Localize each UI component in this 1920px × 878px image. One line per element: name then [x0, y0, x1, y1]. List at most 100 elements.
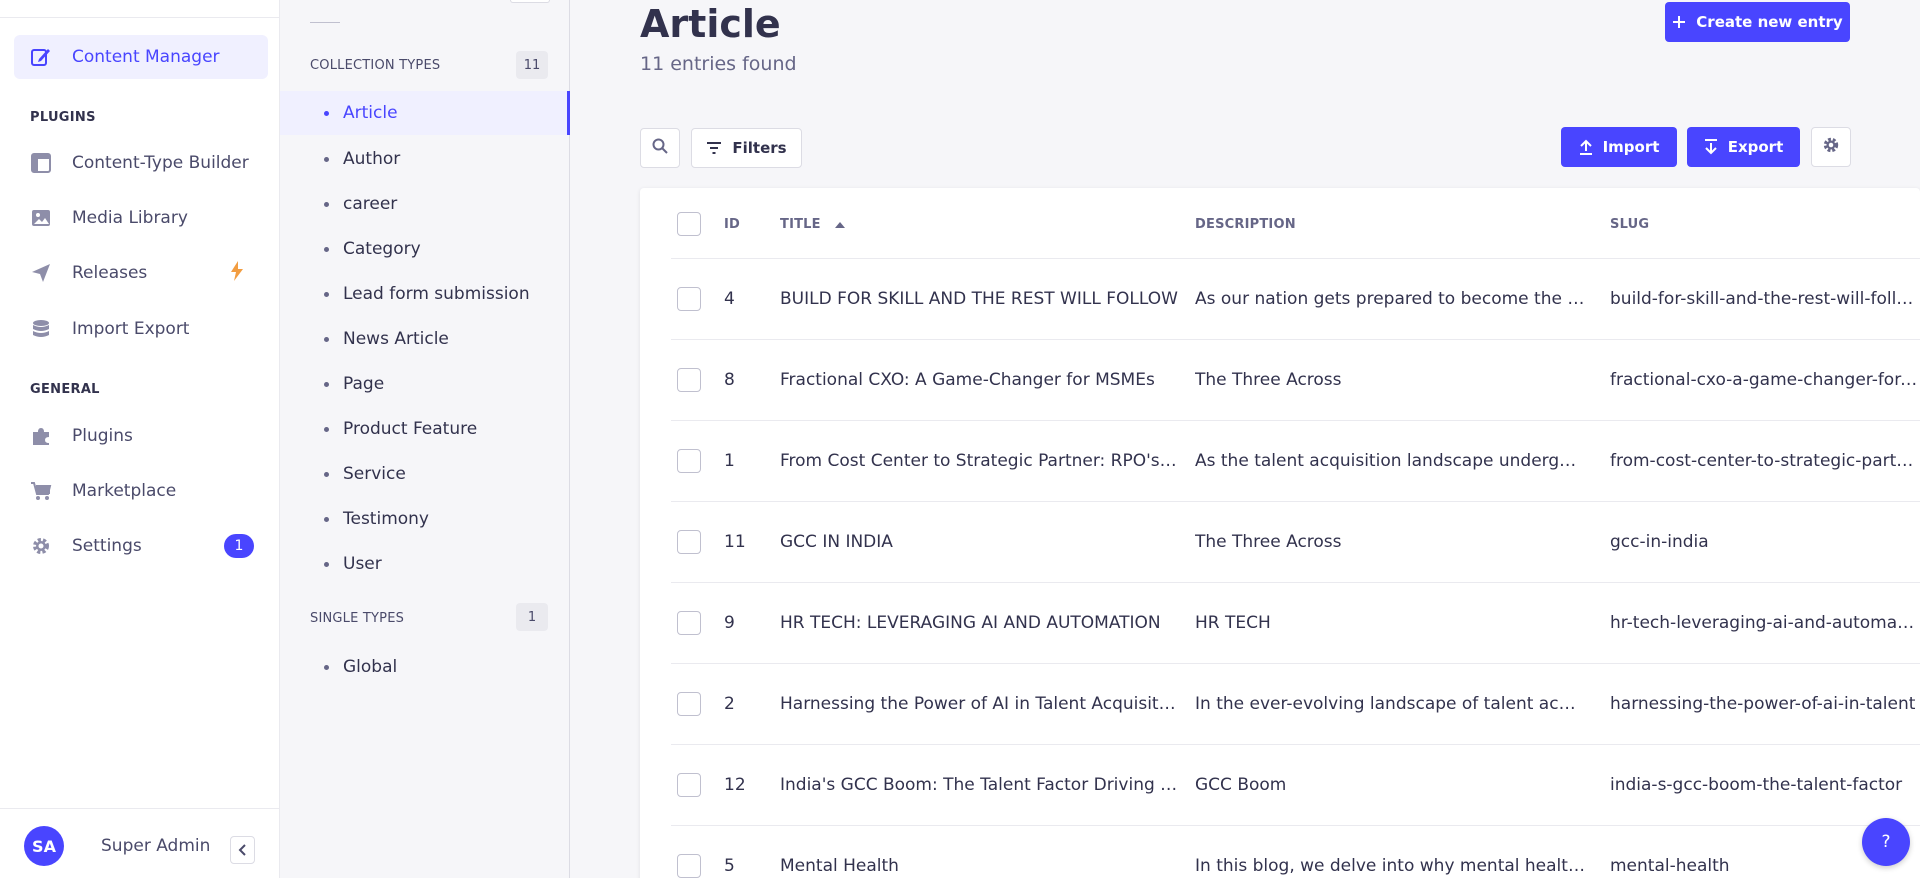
- export-button[interactable]: Export: [1687, 127, 1800, 167]
- table-row[interactable]: 1 From Cost Center to Strategic Partner:…: [671, 420, 1920, 501]
- plus-icon: [1672, 15, 1686, 29]
- subnav-item-career[interactable]: career: [280, 182, 570, 226]
- subnav-item-lead-form-submission[interactable]: Lead form submission: [280, 272, 570, 316]
- bullet: [324, 561, 329, 567]
- subnav-item-user[interactable]: User: [280, 542, 570, 586]
- subnav-item-label: Article: [343, 103, 398, 123]
- help-button[interactable]: ?: [1862, 818, 1910, 866]
- nav-footer: SA Super Admin: [0, 808, 279, 878]
- download-icon: [1704, 139, 1718, 155]
- subnav-item-label: Product Feature: [343, 419, 478, 439]
- chevron-left-icon: [238, 841, 248, 860]
- nav-item-media-library[interactable]: Media Library: [14, 196, 268, 240]
- nav-item-releases[interactable]: Releases: [14, 251, 268, 295]
- bullet: [324, 426, 329, 432]
- subnav-item-page[interactable]: Page: [280, 362, 570, 406]
- cell-slug: fractional-cxo-a-game-changer-for-msmes: [1610, 370, 1920, 390]
- cell-title: Mental Health: [780, 856, 899, 876]
- subnav-item-testimony[interactable]: Testimony: [280, 497, 570, 541]
- cell-title: HR TECH: LEVERAGING AI AND AUTOMATION: [780, 613, 1161, 633]
- create-new-entry-button[interactable]: Create new entry: [1665, 2, 1850, 42]
- row-checkbox[interactable]: [677, 773, 701, 797]
- row-checkbox[interactable]: [677, 692, 701, 716]
- cell-title: From Cost Center to Strategic Partner: R…: [780, 451, 1180, 471]
- cell-slug: from-cost-center-to-strategic-partner: [1610, 451, 1920, 471]
- gear-icon: [1822, 136, 1840, 158]
- subnav-item-label: Service: [343, 464, 406, 484]
- bullet: [324, 381, 329, 387]
- subnav-item-article[interactable]: Article: [280, 91, 570, 135]
- nav-label: Releases: [72, 263, 148, 283]
- button-label: Export: [1727, 138, 1784, 156]
- subnav-item-news-article[interactable]: News Article: [280, 317, 570, 361]
- view-settings-button[interactable]: [1811, 127, 1851, 167]
- bullet: [324, 201, 329, 207]
- nav-item-settings[interactable]: Settings 1: [14, 524, 268, 568]
- select-all-checkbox[interactable]: [677, 212, 701, 236]
- table-row[interactable]: 5 Mental Health In this blog, we delve i…: [671, 825, 1920, 878]
- sort-ascending-icon: [834, 221, 845, 228]
- nav-item-plugins[interactable]: Plugins: [14, 414, 268, 458]
- bullet: [324, 516, 329, 522]
- cell-slug: harnessing-the-power-of-ai-in-talent: [1610, 694, 1916, 714]
- subnav-item-author[interactable]: Author: [280, 137, 570, 181]
- cell-description: HR TECH: [1195, 613, 1271, 633]
- nav-item-import-export[interactable]: Import Export: [14, 307, 268, 351]
- filter-icon: [706, 141, 722, 155]
- row-checkbox[interactable]: [677, 530, 701, 554]
- single-types-heading: SINGLE TYPES: [310, 611, 405, 626]
- table-row[interactable]: 8 Fractional CXO: A Game-Changer for MSM…: [671, 339, 1920, 420]
- nav-label: Settings: [72, 536, 142, 556]
- nav-item-content-type-builder[interactable]: Content-Type Builder: [14, 141, 268, 185]
- row-checkbox[interactable]: [677, 449, 701, 473]
- subnav-item-label: News Article: [343, 329, 449, 349]
- subnav-item-category[interactable]: Category: [280, 227, 570, 271]
- collapse-nav-button[interactable]: [230, 836, 255, 864]
- bullet: [324, 664, 329, 670]
- subnav-item-label: User: [343, 554, 382, 574]
- cell-id: 9: [724, 613, 735, 633]
- nav-label: Plugins: [72, 426, 133, 446]
- subnav-item-product-feature[interactable]: Product Feature: [280, 407, 570, 451]
- column-header-title[interactable]: TITLE: [780, 217, 845, 232]
- upload-icon: [1579, 139, 1593, 155]
- table-row[interactable]: 2 Harnessing the Power of AI in Talent A…: [671, 663, 1920, 744]
- table-row[interactable]: 11 GCC IN INDIA The Three Across gcc-in-…: [671, 501, 1920, 582]
- cell-slug: build-for-skill-and-the-rest-will-follow: [1610, 289, 1920, 309]
- nav-item-content-manager[interactable]: Content Manager: [14, 35, 268, 79]
- database-icon: [30, 318, 52, 340]
- nav-label: Media Library: [72, 208, 188, 228]
- filters-button[interactable]: Filters: [691, 128, 802, 168]
- cell-slug: hr-tech-leveraging-ai-and-automation: [1610, 613, 1920, 633]
- column-header-id[interactable]: ID: [724, 217, 740, 232]
- avatar[interactable]: SA: [24, 826, 64, 866]
- subnav-item-label: Testimony: [343, 509, 429, 529]
- subnav-item-label: career: [343, 194, 398, 214]
- column-header-slug[interactable]: SLUG: [1610, 217, 1649, 232]
- subnav-item-label: Lead form submission: [343, 284, 530, 304]
- column-header-description[interactable]: DESCRIPTION: [1195, 217, 1296, 232]
- cell-description: In this blog, we delve into why mental h…: [1195, 856, 1585, 876]
- gear-icon: [30, 535, 52, 557]
- row-checkbox[interactable]: [677, 854, 701, 878]
- import-button[interactable]: Import: [1561, 127, 1677, 167]
- cell-description: The Three Across: [1195, 370, 1342, 390]
- cell-id: 5: [724, 856, 735, 876]
- cell-description: As our nation gets prepared to become th…: [1195, 289, 1585, 309]
- search-button[interactable]: [640, 128, 680, 168]
- row-checkbox[interactable]: [677, 611, 701, 635]
- row-checkbox[interactable]: [677, 287, 701, 311]
- subnav-item-global[interactable]: Global: [280, 645, 570, 689]
- row-checkbox[interactable]: [677, 368, 701, 392]
- table-row[interactable]: 4 BUILD FOR SKILL AND THE REST WILL FOLL…: [671, 258, 1920, 339]
- subnav-item-service[interactable]: Service: [280, 452, 570, 496]
- cell-description: In the ever-evolving landscape of talent…: [1195, 694, 1585, 714]
- admin-name[interactable]: Super Admin: [101, 836, 210, 856]
- subnav-item-label: Page: [343, 374, 385, 394]
- nav-section-general: GENERAL: [30, 382, 100, 397]
- table-row[interactable]: 12 India's GCC Boom: The Talent Factor D…: [671, 744, 1920, 825]
- table-row[interactable]: 9 HR TECH: LEVERAGING AI AND AUTOMATION …: [671, 582, 1920, 663]
- nav-item-marketplace[interactable]: Marketplace: [14, 469, 268, 513]
- cell-title: India's GCC Boom: The Talent Factor Driv…: [780, 775, 1178, 795]
- collection-types-count: 11: [516, 51, 548, 79]
